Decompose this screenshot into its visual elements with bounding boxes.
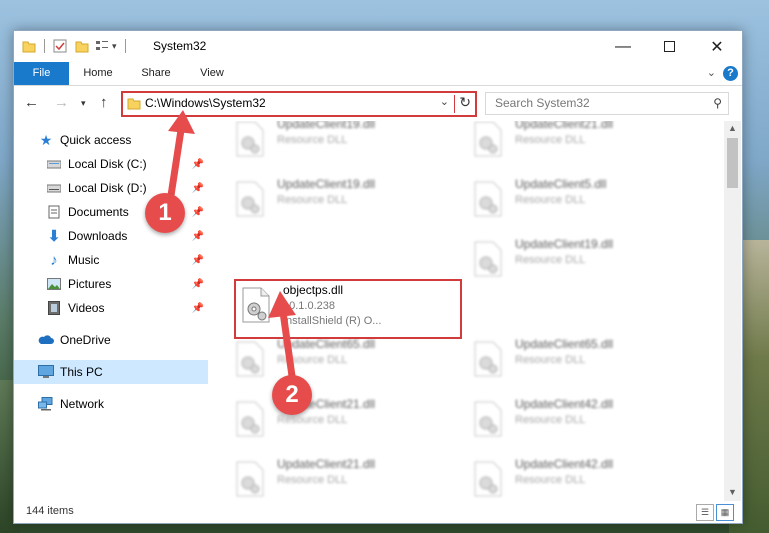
arrow-2 [268, 291, 296, 380]
arrow-1 [166, 110, 195, 206]
annotation-arrows [166, 110, 296, 380]
callout-1: 1 [145, 193, 185, 233]
callout-2: 2 [272, 375, 312, 415]
